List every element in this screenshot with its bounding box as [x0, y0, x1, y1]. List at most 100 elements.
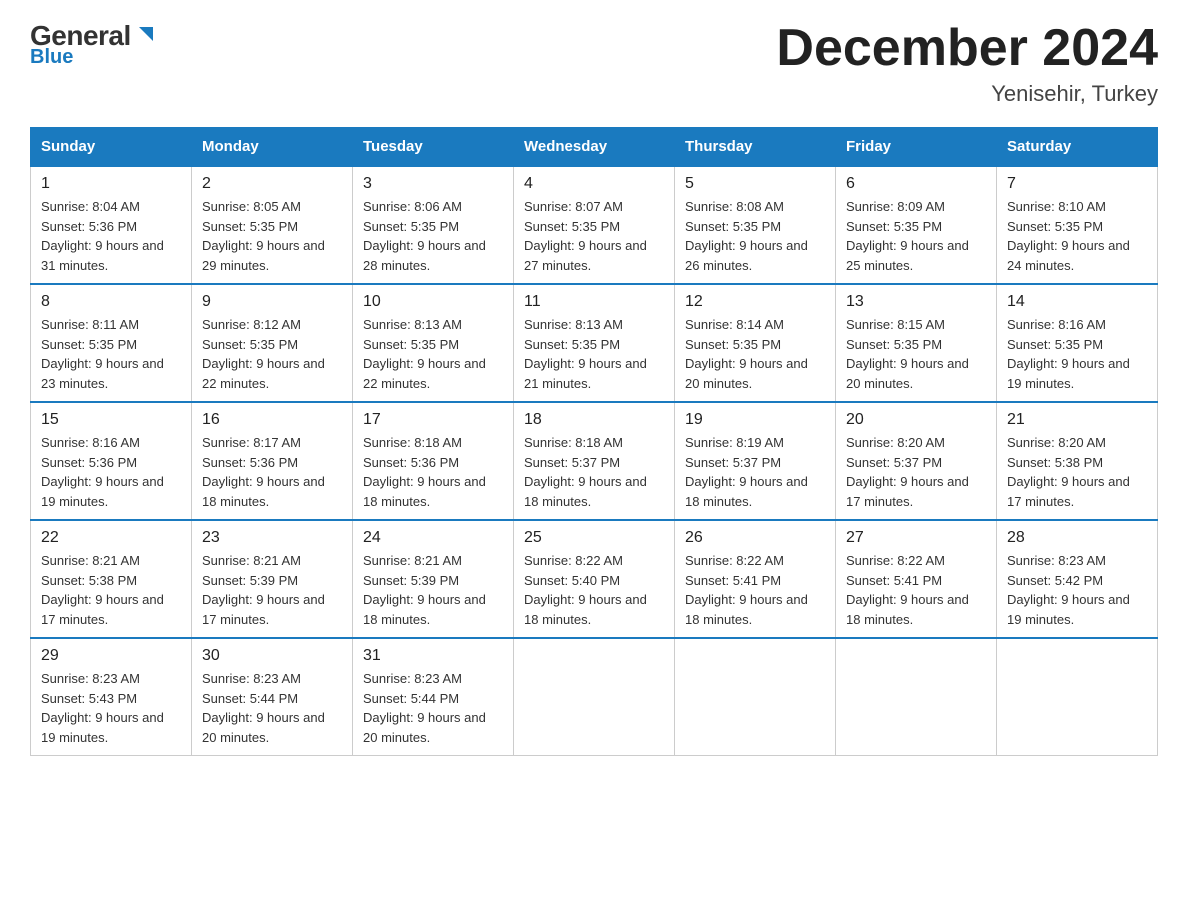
day-number: 28 [1007, 529, 1147, 547]
col-sunday: Sunday [31, 128, 192, 167]
day-number: 3 [363, 175, 503, 193]
day-info: Sunrise: 8:18 AMSunset: 5:37 PMDaylight:… [524, 433, 664, 511]
day-number: 7 [1007, 175, 1147, 193]
day-info: Sunrise: 8:12 AMSunset: 5:35 PMDaylight:… [202, 315, 342, 393]
day-number: 22 [41, 529, 181, 547]
calendar-week-row: 15 Sunrise: 8:16 AMSunset: 5:36 PMDaylig… [31, 402, 1158, 520]
day-number: 1 [41, 175, 181, 193]
day-number: 9 [202, 293, 342, 311]
day-number: 19 [685, 411, 825, 429]
day-number: 26 [685, 529, 825, 547]
day-number: 20 [846, 411, 986, 429]
col-friday: Friday [836, 128, 997, 167]
table-row: 2 Sunrise: 8:05 AMSunset: 5:35 PMDayligh… [192, 166, 353, 284]
location-subtitle: Yenisehir, Turkey [776, 81, 1158, 107]
day-info: Sunrise: 8:22 AMSunset: 5:41 PMDaylight:… [846, 551, 986, 629]
calendar-week-row: 1 Sunrise: 8:04 AMSunset: 5:36 PMDayligh… [31, 166, 1158, 284]
day-number: 31 [363, 647, 503, 665]
day-info: Sunrise: 8:23 AMSunset: 5:42 PMDaylight:… [1007, 551, 1147, 629]
table-row: 3 Sunrise: 8:06 AMSunset: 5:35 PMDayligh… [353, 166, 514, 284]
logo: General Blue [30, 20, 155, 69]
day-info: Sunrise: 8:20 AMSunset: 5:37 PMDaylight:… [846, 433, 986, 511]
table-row: 28 Sunrise: 8:23 AMSunset: 5:42 PMDaylig… [997, 520, 1158, 638]
table-row: 29 Sunrise: 8:23 AMSunset: 5:43 PMDaylig… [31, 638, 192, 756]
day-number: 17 [363, 411, 503, 429]
table-row: 1 Sunrise: 8:04 AMSunset: 5:36 PMDayligh… [31, 166, 192, 284]
table-row: 17 Sunrise: 8:18 AMSunset: 5:36 PMDaylig… [353, 402, 514, 520]
table-row: 24 Sunrise: 8:21 AMSunset: 5:39 PMDaylig… [353, 520, 514, 638]
table-row: 30 Sunrise: 8:23 AMSunset: 5:44 PMDaylig… [192, 638, 353, 756]
day-number: 11 [524, 293, 664, 311]
table-row [675, 638, 836, 756]
logo-triangle-icon [133, 23, 155, 45]
day-info: Sunrise: 8:23 AMSunset: 5:43 PMDaylight:… [41, 669, 181, 747]
table-row: 7 Sunrise: 8:10 AMSunset: 5:35 PMDayligh… [997, 166, 1158, 284]
day-number: 2 [202, 175, 342, 193]
table-row: 4 Sunrise: 8:07 AMSunset: 5:35 PMDayligh… [514, 166, 675, 284]
table-row [997, 638, 1158, 756]
day-info: Sunrise: 8:09 AMSunset: 5:35 PMDaylight:… [846, 197, 986, 275]
day-number: 25 [524, 529, 664, 547]
col-saturday: Saturday [997, 128, 1158, 167]
day-info: Sunrise: 8:13 AMSunset: 5:35 PMDaylight:… [363, 315, 503, 393]
day-info: Sunrise: 8:13 AMSunset: 5:35 PMDaylight:… [524, 315, 664, 393]
col-monday: Monday [192, 128, 353, 167]
day-info: Sunrise: 8:22 AMSunset: 5:41 PMDaylight:… [685, 551, 825, 629]
table-row [514, 638, 675, 756]
day-info: Sunrise: 8:11 AMSunset: 5:35 PMDaylight:… [41, 315, 181, 393]
table-row: 6 Sunrise: 8:09 AMSunset: 5:35 PMDayligh… [836, 166, 997, 284]
day-number: 8 [41, 293, 181, 311]
table-row: 9 Sunrise: 8:12 AMSunset: 5:35 PMDayligh… [192, 284, 353, 402]
col-tuesday: Tuesday [353, 128, 514, 167]
day-number: 27 [846, 529, 986, 547]
col-thursday: Thursday [675, 128, 836, 167]
day-number: 10 [363, 293, 503, 311]
day-info: Sunrise: 8:14 AMSunset: 5:35 PMDaylight:… [685, 315, 825, 393]
table-row: 12 Sunrise: 8:14 AMSunset: 5:35 PMDaylig… [675, 284, 836, 402]
day-info: Sunrise: 8:21 AMSunset: 5:38 PMDaylight:… [41, 551, 181, 629]
day-number: 12 [685, 293, 825, 311]
table-row: 26 Sunrise: 8:22 AMSunset: 5:41 PMDaylig… [675, 520, 836, 638]
day-info: Sunrise: 8:16 AMSunset: 5:36 PMDaylight:… [41, 433, 181, 511]
month-year-title: December 2024 [776, 20, 1158, 77]
day-info: Sunrise: 8:22 AMSunset: 5:40 PMDaylight:… [524, 551, 664, 629]
day-number: 4 [524, 175, 664, 193]
table-row: 25 Sunrise: 8:22 AMSunset: 5:40 PMDaylig… [514, 520, 675, 638]
day-number: 18 [524, 411, 664, 429]
day-info: Sunrise: 8:07 AMSunset: 5:35 PMDaylight:… [524, 197, 664, 275]
table-row: 27 Sunrise: 8:22 AMSunset: 5:41 PMDaylig… [836, 520, 997, 638]
table-row: 21 Sunrise: 8:20 AMSunset: 5:38 PMDaylig… [997, 402, 1158, 520]
table-row: 15 Sunrise: 8:16 AMSunset: 5:36 PMDaylig… [31, 402, 192, 520]
day-info: Sunrise: 8:19 AMSunset: 5:37 PMDaylight:… [685, 433, 825, 511]
calendar-header-row: Sunday Monday Tuesday Wednesday Thursday… [31, 128, 1158, 167]
calendar-week-row: 29 Sunrise: 8:23 AMSunset: 5:43 PMDaylig… [31, 638, 1158, 756]
day-number: 14 [1007, 293, 1147, 311]
col-wednesday: Wednesday [514, 128, 675, 167]
table-row: 19 Sunrise: 8:19 AMSunset: 5:37 PMDaylig… [675, 402, 836, 520]
title-section: December 2024 Yenisehir, Turkey [776, 20, 1158, 107]
calendar-table: Sunday Monday Tuesday Wednesday Thursday… [30, 127, 1158, 756]
day-info: Sunrise: 8:21 AMSunset: 5:39 PMDaylight:… [363, 551, 503, 629]
day-number: 15 [41, 411, 181, 429]
table-row: 14 Sunrise: 8:16 AMSunset: 5:35 PMDaylig… [997, 284, 1158, 402]
calendar-week-row: 22 Sunrise: 8:21 AMSunset: 5:38 PMDaylig… [31, 520, 1158, 638]
table-row: 8 Sunrise: 8:11 AMSunset: 5:35 PMDayligh… [31, 284, 192, 402]
day-info: Sunrise: 8:04 AMSunset: 5:36 PMDaylight:… [41, 197, 181, 275]
page-header: General Blue December 2024 Yenisehir, Tu… [30, 20, 1158, 107]
table-row [836, 638, 997, 756]
day-info: Sunrise: 8:17 AMSunset: 5:36 PMDaylight:… [202, 433, 342, 511]
day-info: Sunrise: 8:23 AMSunset: 5:44 PMDaylight:… [202, 669, 342, 747]
day-number: 6 [846, 175, 986, 193]
day-number: 5 [685, 175, 825, 193]
day-info: Sunrise: 8:15 AMSunset: 5:35 PMDaylight:… [846, 315, 986, 393]
table-row: 10 Sunrise: 8:13 AMSunset: 5:35 PMDaylig… [353, 284, 514, 402]
calendar-week-row: 8 Sunrise: 8:11 AMSunset: 5:35 PMDayligh… [31, 284, 1158, 402]
table-row: 23 Sunrise: 8:21 AMSunset: 5:39 PMDaylig… [192, 520, 353, 638]
day-number: 24 [363, 529, 503, 547]
day-number: 23 [202, 529, 342, 547]
day-info: Sunrise: 8:21 AMSunset: 5:39 PMDaylight:… [202, 551, 342, 629]
day-number: 30 [202, 647, 342, 665]
table-row: 11 Sunrise: 8:13 AMSunset: 5:35 PMDaylig… [514, 284, 675, 402]
table-row: 18 Sunrise: 8:18 AMSunset: 5:37 PMDaylig… [514, 402, 675, 520]
table-row: 22 Sunrise: 8:21 AMSunset: 5:38 PMDaylig… [31, 520, 192, 638]
